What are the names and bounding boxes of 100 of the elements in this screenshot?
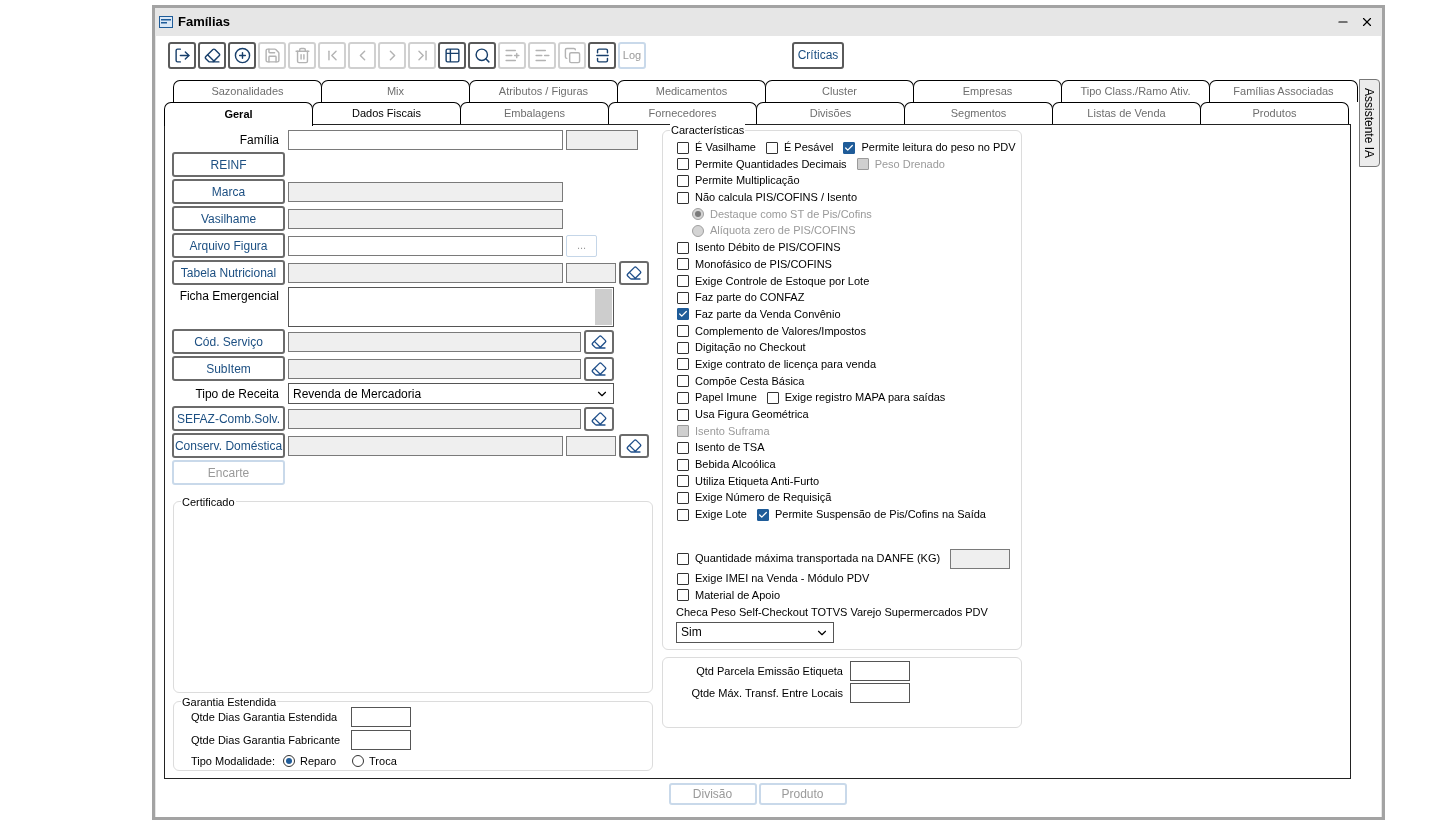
checkbox[interactable] [677, 391, 689, 404]
clear-button[interactable] [584, 356, 614, 381]
checkbox-label: Exige IMEI na Venda - Módulo PDV [695, 572, 870, 586]
checkbox[interactable] [677, 408, 689, 421]
lookup-button[interactable]: Tabela Nutricional [172, 260, 285, 285]
checkbox-label: Permite Multiplicação [695, 174, 800, 188]
checkbox-label: Papel Imune [695, 391, 757, 405]
checkbox[interactable] [677, 491, 689, 504]
text-field[interactable] [288, 130, 563, 150]
checkbox[interactable] [677, 325, 689, 338]
save-icon [263, 46, 281, 64]
eraser-icon [591, 333, 607, 350]
lookup-button[interactable]: Conserv. Doméstica [172, 433, 285, 458]
clear-button[interactable] [584, 406, 614, 431]
lookup-button[interactable]: Vasilhame [172, 206, 285, 231]
radio-label: Reparo [300, 754, 337, 769]
checkbox[interactable] [677, 552, 689, 565]
checkbox-label: Usa Figura Geométrica [695, 408, 809, 421]
checkbox[interactable] [677, 308, 689, 321]
toolbar-button[interactable] [438, 41, 466, 69]
checkbox[interactable] [677, 191, 689, 204]
checkbox[interactable] [677, 141, 689, 154]
check-icon [758, 509, 768, 520]
clear-button[interactable] [619, 433, 649, 458]
checkbox-label: Isento de TSA [695, 441, 765, 455]
lookup-button[interactable]: Cód. Serviço [172, 329, 285, 354]
checkbox[interactable] [677, 375, 689, 388]
checkbox[interactable] [677, 341, 689, 354]
checkbox[interactable] [677, 275, 689, 287]
text-field[interactable] [351, 707, 411, 727]
trash-icon [293, 46, 311, 64]
checkbox[interactable] [677, 441, 689, 454]
toolbar-button[interactable] [468, 41, 496, 69]
checkbox-label: Complemento de Valores/Impostos [695, 324, 866, 338]
checkbox-label: Permite leitura do peso no PDV [861, 141, 1016, 154]
checkbox[interactable] [843, 141, 856, 154]
checkbox-label: Isento Débito de PIS/COFINS [695, 241, 841, 255]
lookup-button[interactable]: Marca [172, 179, 285, 204]
tab[interactable]: Produtos [1200, 102, 1349, 124]
radio-label: Destaque como ST de Pis/Cofins [710, 207, 872, 221]
checkbox[interactable] [677, 572, 689, 585]
scrollbar[interactable] [595, 289, 612, 325]
checkbox-label: Exige Lote [695, 508, 747, 522]
check-icon [678, 309, 688, 320]
side-tab[interactable]: Assistente IA [1359, 79, 1380, 167]
checkbox[interactable] [757, 508, 769, 521]
checkbox-label: Exige registro MAPA para saídas [784, 391, 946, 405]
clear-button[interactable] [619, 260, 649, 285]
field-label: Qtde Dias Garantia Estendida [191, 709, 339, 725]
lookup-button[interactable]: REINF [172, 152, 285, 177]
close-icon [1360, 15, 1374, 29]
checkbox-label: Exige Controle de Estoque por Lote [695, 274, 870, 288]
checkbox[interactable] [677, 174, 689, 187]
lookup-button[interactable]: SubItem [172, 356, 285, 381]
field-label: Tipo Modalidade: [191, 754, 275, 769]
checkbox[interactable] [677, 158, 689, 171]
checkbox[interactable] [677, 508, 689, 521]
checkbox-label: Exige contrato de licença para venda [695, 357, 876, 371]
text-field[interactable] [850, 661, 910, 682]
checkbox[interactable] [677, 458, 689, 471]
tab[interactable]: Geral [164, 102, 313, 126]
text-field[interactable] [850, 683, 910, 704]
toolbar-button[interactable] [228, 41, 256, 69]
checkbox[interactable] [677, 258, 689, 271]
checkbox[interactable] [677, 291, 689, 304]
radio-button[interactable] [283, 755, 295, 768]
checkbox[interactable] [766, 391, 779, 404]
text-field[interactable] [288, 235, 563, 256]
group-title: Características [670, 124, 746, 137]
field-label: Checa Peso Self-Checkout TOTVS Varejo Supermercados PDV [676, 605, 989, 619]
toolbar-button[interactable] [198, 41, 226, 69]
checkbox-label: É Vasilhame [695, 141, 756, 154]
field-label: Qtd Parcela Emissão Etiqueta [695, 664, 844, 679]
text-field[interactable] [351, 730, 411, 750]
checkbox[interactable] [765, 141, 778, 154]
lookup-button[interactable]: SEFAZ-Comb.Solv. [172, 406, 285, 431]
check-icon [844, 142, 855, 153]
criticas-button[interactable]: Críticas [792, 41, 844, 69]
tab[interactable]: Famílias Associadas [1209, 80, 1358, 102]
checkbox-label: Compõe Cesta Básica [695, 374, 805, 388]
checkbox-label: Permite Suspensão de Pis/Cofins na Saída [775, 508, 986, 522]
checkbox[interactable] [677, 358, 689, 371]
toolbar-button[interactable] [168, 41, 196, 69]
checkbox-label: Quantidade máxima transportada na DANFE (KG) [695, 552, 941, 565]
radio-button[interactable] [352, 755, 365, 768]
field-label: Família [238, 132, 280, 149]
field-label: Ficha Emergencial [178, 288, 280, 305]
memo-field[interactable] [288, 287, 614, 327]
clear-button[interactable] [584, 329, 614, 354]
checkbox-label: Faz parte da Venda Convênio [695, 307, 841, 321]
eraser-icon [203, 46, 221, 64]
checkbox-label: Bebida Alcoólica [695, 458, 776, 472]
toolbar-button[interactable] [588, 41, 616, 69]
checkbox[interactable] [677, 589, 689, 602]
tab[interactable]: Sazonalidades [173, 80, 322, 102]
lookup-button[interactable]: Arquivo Figura [172, 233, 285, 258]
checkbox[interactable] [677, 241, 689, 254]
checkbox[interactable] [677, 475, 689, 488]
dropdown[interactable]: Sim [676, 622, 834, 644]
dropdown[interactable]: Revenda de Mercadoria [288, 383, 614, 404]
